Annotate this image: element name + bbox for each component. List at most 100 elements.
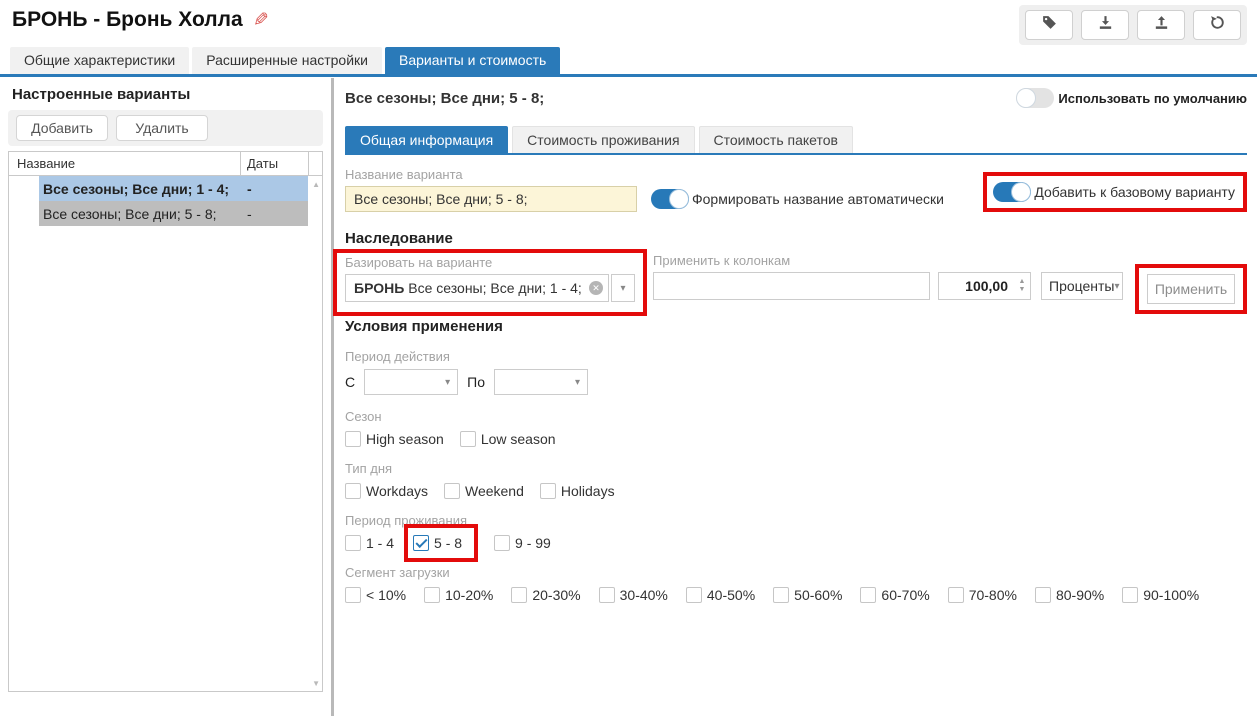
column-header-dates[interactable]: Даты (240, 152, 308, 175)
checkbox-icon[interactable] (345, 535, 361, 551)
checkbox-label: 10-20% (445, 587, 493, 603)
clear-icon[interactable]: ✕ (589, 281, 603, 295)
checkbox-icon[interactable] (948, 587, 964, 603)
delete-variant-button[interactable]: Удалить (116, 115, 208, 141)
page-title: БРОНЬ - Бронь Холла ✎ (12, 8, 269, 32)
scroll-down-icon[interactable]: ▼ (312, 679, 320, 688)
download-button[interactable] (1081, 10, 1129, 40)
table-row-variant-2[interactable]: Все сезоны; Все дни; 5 - 8; - (9, 201, 322, 226)
checkbox-load-9[interactable]: 90-100% (1122, 587, 1199, 603)
main-tabs: Общие характеристики Расширенные настрой… (0, 47, 1257, 77)
column-header-name[interactable]: Название (9, 152, 240, 175)
tab-advanced-label: Расширенные настройки (206, 52, 368, 68)
toggle-knob (1016, 88, 1036, 108)
checkbox-load-2[interactable]: 20-30% (511, 587, 580, 603)
checkbox-load-1[interactable]: 10-20% (424, 587, 493, 603)
variant-title: Все сезоны; Все дни; 5 - 8; (345, 90, 544, 107)
subtab-lodging-cost[interactable]: Стоимость проживания (512, 126, 694, 153)
variant-name-field-group: Название варианта Все сезоны; Все дни; 5… (345, 167, 637, 212)
scroll-up-icon[interactable]: ▲ (312, 180, 320, 189)
checkbox-icon[interactable] (1122, 587, 1138, 603)
checkbox-icon[interactable] (860, 587, 876, 603)
checkbox-label: 50-60% (794, 587, 842, 603)
checkbox-icon[interactable] (444, 483, 460, 499)
checkbox-icon[interactable] (345, 431, 361, 447)
history-icon (1209, 14, 1226, 36)
use-default-toggle[interactable] (1016, 88, 1054, 108)
checkbox-icon[interactable] (511, 587, 527, 603)
checkbox-icon[interactable] (540, 483, 556, 499)
checkbox-load-4[interactable]: 40-50% (686, 587, 755, 603)
period-from-label: С (345, 374, 355, 390)
checkbox-icon[interactable] (494, 535, 510, 551)
checkbox-load-8[interactable]: 80-90% (1035, 587, 1104, 603)
period-to-select[interactable]: ▾ (494, 369, 588, 395)
toggle-knob (669, 189, 689, 209)
subtab-package-cost[interactable]: Стоимость пакетов (699, 126, 853, 153)
checkbox-load-5[interactable]: 50-60% (773, 587, 842, 603)
tags-button[interactable] (1025, 10, 1073, 40)
checkbox-label: 20-30% (532, 587, 580, 603)
auto-name-toggle[interactable] (651, 189, 689, 209)
tab-general[interactable]: Общие характеристики (10, 47, 189, 74)
checkbox-load-0[interactable]: < 10% (345, 587, 406, 603)
checkbox-icon[interactable] (773, 587, 789, 603)
period-from-select[interactable]: ▾ (364, 369, 458, 395)
row-gutter (9, 201, 39, 226)
stepper-down-icon[interactable]: ▼ (1019, 286, 1026, 294)
sidebar-toolbar: Добавить Удалить (8, 110, 323, 146)
chevron-down-icon: ▾ (1115, 281, 1120, 292)
conditions-heading: Условия применения (345, 318, 1247, 335)
checkbox-high-season[interactable]: High season (345, 431, 444, 447)
table-row-variant-1[interactable]: Все сезоны; Все дни; 1 - 4; - (9, 176, 322, 201)
history-button[interactable] (1193, 10, 1241, 40)
checkbox-icon[interactable] (345, 483, 361, 499)
subtab-package-cost-label: Стоимость пакетов (714, 132, 838, 148)
checkbox-icon[interactable] (345, 587, 361, 603)
checkbox-icon[interactable] (599, 587, 615, 603)
checkbox-weekend[interactable]: Weekend (444, 483, 524, 499)
season-label: Сезон (345, 409, 1247, 424)
checkbox-load-6[interactable]: 60-70% (860, 587, 929, 603)
tab-variants[interactable]: Варианты и стоимость (385, 47, 560, 74)
checkbox-icon[interactable] (1035, 587, 1051, 603)
add-to-base-label: Добавить к базовому варианту (1034, 184, 1235, 200)
amount-stepper[interactable]: 100,00 ▲▼ (938, 272, 1032, 300)
subtab-general-info[interactable]: Общая информация (345, 126, 508, 153)
checkbox-label: Holidays (561, 483, 615, 499)
checkbox-stay-1-4[interactable]: 1 - 4 (345, 535, 394, 551)
edit-pencil-icon[interactable]: ✎ (253, 9, 269, 32)
apply-to-columns-label: Применить к колонкам (653, 253, 930, 268)
add-to-base-toggle[interactable] (993, 182, 1031, 202)
variants-sidebar: Настроенные варианты Добавить Удалить На… (0, 78, 331, 716)
checkbox-holidays[interactable]: Holidays (540, 483, 615, 499)
unit-select-value: Проценты (1049, 278, 1115, 294)
row-name-cell: Все сезоны; Все дни; 5 - 8; (39, 203, 240, 225)
checkbox-icon[interactable] (424, 587, 440, 603)
checkbox-load-7[interactable]: 70-80% (948, 587, 1017, 603)
checkbox-icon[interactable] (460, 431, 476, 447)
checkbox-workdays[interactable]: Workdays (345, 483, 428, 499)
scrollbar-track[interactable] (308, 201, 322, 226)
checkbox-label: 40-50% (707, 587, 755, 603)
apply-button[interactable]: Применить (1147, 274, 1235, 304)
variant-name-input[interactable]: Все сезоны; Все дни; 5 - 8; (345, 186, 637, 212)
stay-period-label: Период проживания (345, 513, 1247, 528)
checkbox-icon-checked[interactable] (413, 535, 429, 551)
checkbox-load-3[interactable]: 30-40% (599, 587, 668, 603)
checkbox-low-season[interactable]: Low season (460, 431, 556, 447)
checkbox-label: 70-80% (969, 587, 1017, 603)
stepper-up-icon[interactable]: ▲ (1019, 278, 1026, 286)
add-variant-button[interactable]: Добавить (16, 115, 108, 141)
checkbox-stay-9-99[interactable]: 9 - 99 (494, 535, 551, 551)
checkbox-icon[interactable] (686, 587, 702, 603)
base-variant-dropdown-button[interactable]: ▾ (611, 274, 635, 302)
tab-advanced[interactable]: Расширенные настройки (192, 47, 382, 74)
checkbox-label: Workdays (366, 483, 428, 499)
upload-button[interactable] (1137, 10, 1185, 40)
stepper-arrows[interactable]: ▲▼ (1014, 278, 1030, 294)
base-variant-value[interactable]: БРОНЬ Все сезоны; Все дни; 1 - 4; ✕ (345, 274, 609, 302)
apply-to-columns-input[interactable] (653, 272, 930, 300)
base-variant-name: Все сезоны; Все дни; 1 - 4; (408, 280, 585, 296)
unit-select[interactable]: Проценты ▾ (1041, 272, 1123, 300)
